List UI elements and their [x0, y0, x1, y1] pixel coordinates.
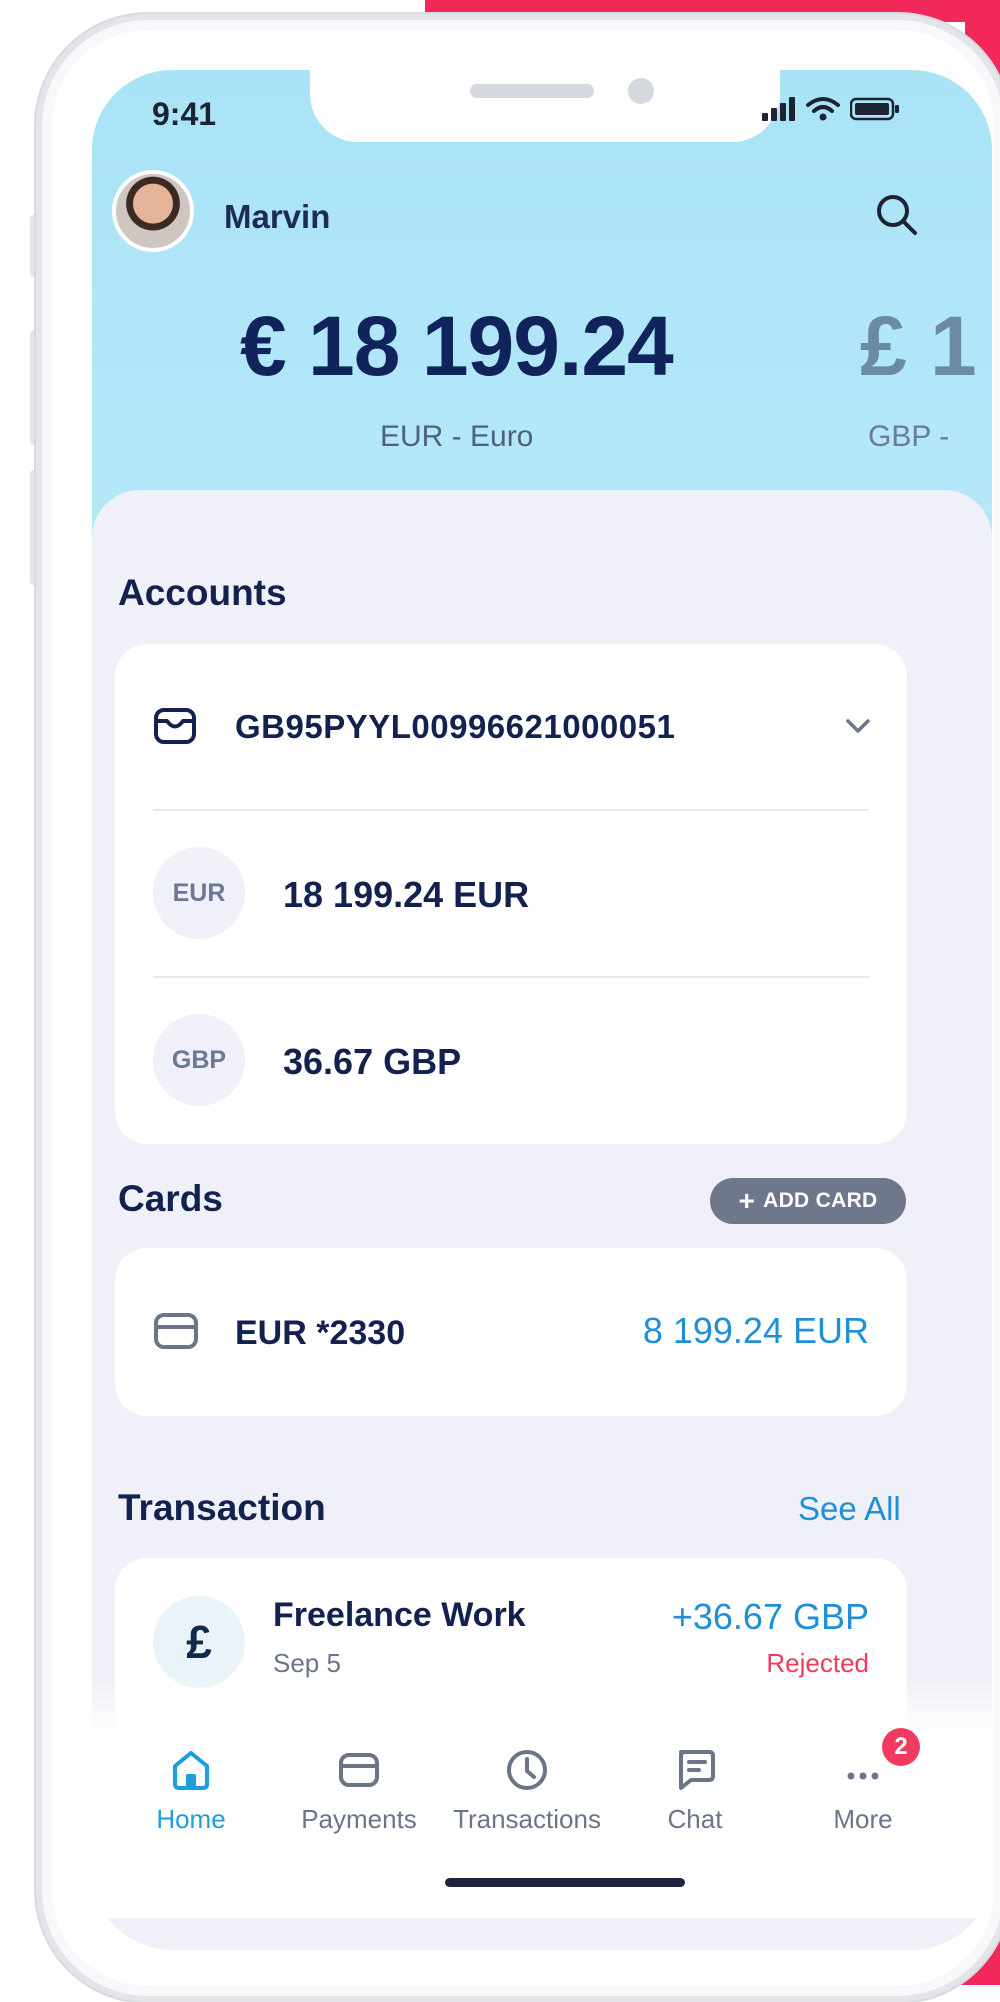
tab-transactions[interactable]: Transactions — [442, 1728, 612, 1848]
tab-label: More — [833, 1804, 893, 1834]
card-icon — [154, 1313, 198, 1349]
accounts-title: Accounts — [118, 572, 287, 613]
account-row-gbp[interactable]: GBP 36.67 GBP — [115, 978, 907, 1143]
signal-icon — [762, 97, 795, 121]
plus-icon: + — [738, 1185, 756, 1216]
avatar[interactable] — [112, 170, 194, 252]
balance-currency-gbp: GBP - — [868, 420, 950, 453]
card-name: EUR *2330 — [235, 1314, 406, 1352]
tab-label: Transactions — [453, 1804, 601, 1834]
card-icon — [339, 1753, 379, 1787]
account-row-eur[interactable]: EUR 18 199.24 EUR — [115, 811, 907, 976]
speaker-grille — [470, 84, 594, 98]
transaction-status: Rejected — [766, 1648, 869, 1678]
cards-title: Cards — [118, 1178, 223, 1219]
wallet-icon — [154, 708, 196, 744]
app-screen: 9:41 Marvin € 18 199.24 EUR - Euro £ 1 G… — [92, 70, 992, 1950]
currency-badge: GBP — [153, 1014, 245, 1106]
status-time: 9:41 — [152, 96, 217, 132]
wifi-icon — [806, 97, 840, 121]
card-item[interactable]: EUR *2330 8 199.24 EUR — [115, 1248, 907, 1416]
account-balance: 18 199.24 EUR — [283, 874, 530, 915]
add-card-label: ADD CARD — [763, 1189, 878, 1212]
tab-label: Chat — [667, 1804, 723, 1834]
chevron-down-icon[interactable] — [843, 716, 873, 736]
account-iban: GB95PYYL00996621000051 — [235, 708, 676, 745]
add-card-button[interactable]: + ADD CARD — [710, 1178, 906, 1224]
home-indicator[interactable] — [445, 1878, 685, 1887]
phone-frame: 9:41 Marvin € 18 199.24 EUR - Euro £ 1 G… — [36, 14, 1000, 2002]
transaction-date: Sep 5 — [273, 1648, 341, 1678]
pound-icon: £ — [153, 1596, 245, 1688]
currency-badge: EUR — [153, 847, 245, 939]
card-balance: 8 199.24 EUR — [642, 1310, 869, 1351]
bottom-tab-bar: Home Payments Transactions Chat More 2 — [92, 1728, 992, 1918]
see-all-link[interactable]: See All — [798, 1490, 901, 1528]
scroll-fade — [92, 1678, 992, 1728]
device-notch — [310, 70, 780, 142]
balance-currency-eur: EUR - Euro — [380, 420, 534, 453]
tab-chat[interactable]: Chat — [610, 1728, 780, 1848]
search-icon[interactable] — [872, 190, 922, 240]
balance-amount-gbp[interactable]: £ 1 — [860, 298, 977, 395]
balance-amount-eur[interactable]: € 18 199.24 — [240, 298, 674, 395]
chat-icon — [679, 1750, 715, 1790]
transactions-title: Transaction — [118, 1487, 326, 1528]
home-icon — [173, 1751, 209, 1790]
battery-icon — [850, 97, 899, 121]
account-balance: 36.67 GBP — [283, 1041, 462, 1082]
status-icons — [762, 96, 900, 122]
front-camera — [628, 78, 654, 104]
tab-label: Home — [156, 1804, 226, 1834]
user-name: Marvin — [224, 198, 331, 235]
tab-payments[interactable]: Payments — [274, 1728, 444, 1848]
transaction-title: Freelance Work — [273, 1596, 526, 1634]
tab-label: Payments — [301, 1804, 417, 1834]
account-selector[interactable]: GB95PYYL00996621000051 — [115, 644, 907, 809]
more-icon — [847, 1772, 879, 1780]
clock-icon — [507, 1750, 547, 1790]
tab-home[interactable]: Home — [106, 1728, 276, 1848]
transaction-amount: +36.67 GBP — [671, 1596, 869, 1637]
notification-badge: 2 — [882, 1728, 920, 1766]
tab-more[interactable]: More 2 — [778, 1728, 948, 1848]
accounts-card: GB95PYYL00996621000051 EUR 18 199.24 EUR… — [115, 644, 907, 1144]
